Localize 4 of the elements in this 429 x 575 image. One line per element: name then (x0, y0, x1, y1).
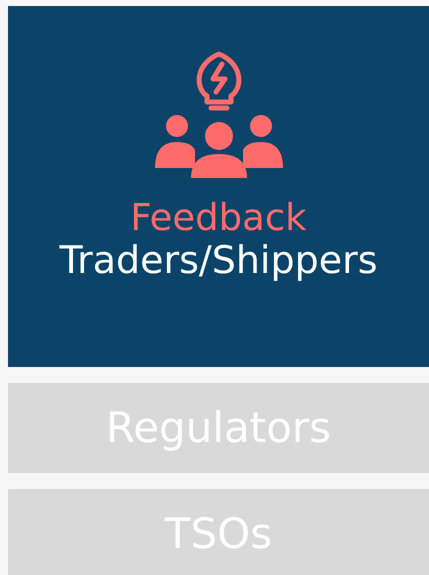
panel-label: Traders/Shippers (59, 238, 378, 282)
panel-title: Feedback (130, 198, 307, 239)
feedback-team-icon (154, 50, 282, 180)
selected-panel[interactable]: Feedback Traders/Shippers (8, 6, 429, 367)
